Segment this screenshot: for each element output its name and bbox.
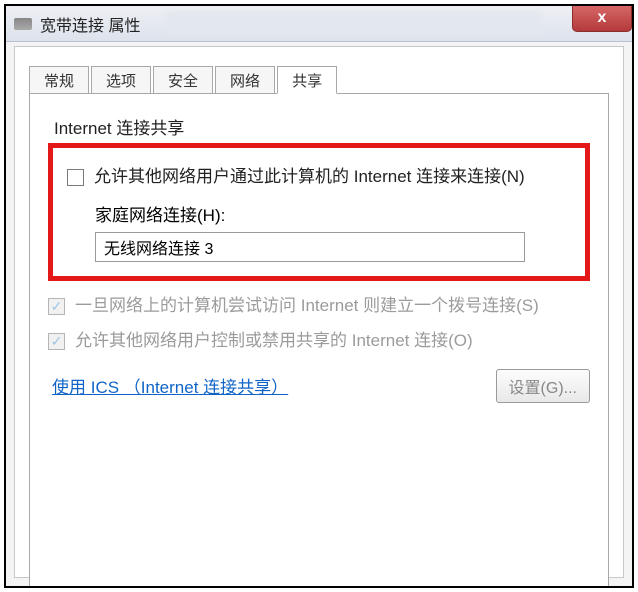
client-area: 常规 选项 安全 网络 共享 Internet 连接共享 允许其他网络用户通过此… [14, 46, 624, 578]
tab-options[interactable]: 选项 [91, 66, 151, 94]
home-network-combo[interactable]: 无线网络连接 3 [95, 232, 525, 262]
group-title: Internet 连接共享 [54, 114, 590, 139]
window-title: 宽带连接 属性 [40, 12, 140, 36]
tab-label: 常规 [44, 70, 74, 91]
tab-general[interactable]: 常规 [29, 66, 89, 94]
dial-on-demand-checkbox [48, 298, 65, 315]
tab-label: 共享 [292, 70, 322, 91]
dial-on-demand-label: 一旦网络上的计算机尝试访问 Internet 则建立一个拨号连接(S) [75, 295, 539, 318]
tab-security[interactable]: 安全 [153, 66, 213, 94]
tab-network[interactable]: 网络 [215, 66, 275, 94]
ics-help-link[interactable]: 使用 ICS （Internet 连接共享） [52, 373, 288, 398]
allow-control-label: 允许其他网络用户控制或禁用共享的 Internet 连接(O) [75, 330, 473, 353]
tab-label: 选项 [106, 70, 136, 91]
bottom-row: 使用 ICS （Internet 连接共享） 设置(G)... [48, 369, 590, 403]
highlight-box: 允许其他网络用户通过此计算机的 Internet 连接来连接(N) 家庭网络连接… [48, 143, 590, 281]
tab-sharing[interactable]: 共享 [277, 66, 337, 94]
allow-others-row: 允许其他网络用户通过此计算机的 Internet 连接来连接(N) [67, 166, 571, 189]
allow-others-checkbox[interactable] [67, 169, 84, 186]
tab-pane-sharing: Internet 连接共享 允许其他网络用户通过此计算机的 Internet 连… [29, 93, 609, 588]
allow-control-row: 允许其他网络用户控制或禁用共享的 Internet 连接(O) [48, 330, 590, 353]
home-network-label: 家庭网络连接(H): [95, 201, 571, 226]
titlebar-blur [166, 12, 542, 36]
dial-on-demand-row: 一旦网络上的计算机尝试访问 Internet 则建立一个拨号连接(S) [48, 295, 590, 318]
tab-strip: 常规 选项 安全 网络 共享 [15, 47, 623, 93]
close-button[interactable]: x [572, 4, 632, 32]
title-bar: 宽带连接 属性 x [6, 6, 632, 42]
settings-button[interactable]: 设置(G)... [496, 369, 590, 403]
tab-label: 安全 [168, 70, 198, 91]
close-icon: x [598, 9, 607, 27]
connection-icon [14, 18, 32, 30]
tab-label: 网络 [230, 70, 260, 91]
home-network-value: 无线网络连接 3 [104, 235, 213, 259]
allow-control-checkbox [48, 333, 65, 350]
allow-others-label: 允许其他网络用户通过此计算机的 Internet 连接来连接(N) [94, 166, 525, 189]
